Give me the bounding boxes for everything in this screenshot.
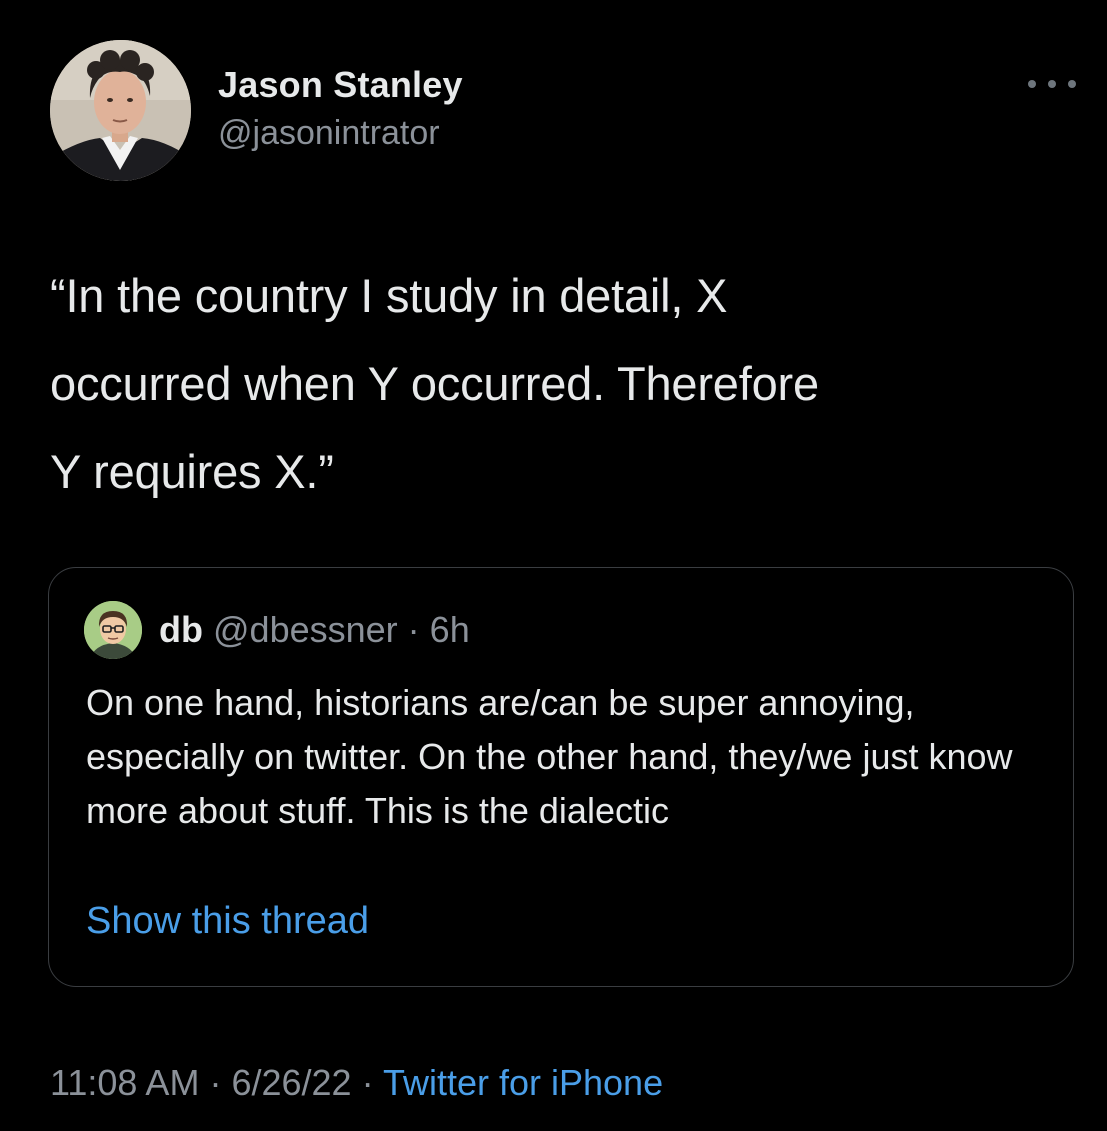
tweet-time: 11:08 AM xyxy=(50,1062,200,1103)
quoted-author-handle[interactable]: @dbessner xyxy=(213,609,398,650)
more-options-button[interactable] xyxy=(1028,72,1076,96)
more-horizontal-icon xyxy=(1068,80,1076,88)
tweet-date: 6/26/22 xyxy=(231,1062,352,1103)
profile-photo-icon xyxy=(50,40,191,181)
tweet-metadata: 11:08 AM · 6/26/22 · Twitter for iPhone xyxy=(50,1062,663,1104)
separator-dot: · xyxy=(407,609,420,650)
quoted-tweet-time: 6h xyxy=(429,609,470,650)
author-handle[interactable]: @jasonintrator xyxy=(218,114,440,153)
quoted-tweet-text: On one hand, historians are/can be super… xyxy=(86,682,1013,831)
tweet-source-link[interactable]: Twitter for iPhone xyxy=(383,1062,663,1103)
cartoon-avatar-icon xyxy=(84,601,142,659)
quoted-author-avatar[interactable] xyxy=(84,601,142,659)
separator-dot: · xyxy=(361,1062,374,1103)
quoted-author-name[interactable]: db xyxy=(159,609,203,650)
separator-dot: · xyxy=(209,1062,222,1103)
author-avatar[interactable] xyxy=(50,40,191,181)
quoted-tweet-card[interactable]: db @dbessner · 6h On one hand, historian… xyxy=(48,567,1074,987)
author-name[interactable]: Jason Stanley xyxy=(218,64,463,106)
more-horizontal-icon xyxy=(1048,80,1056,88)
quoted-tweet-header: db @dbessner · 6h xyxy=(159,609,470,651)
tweet-detail: Jason Stanley @jasonintrator “In the cou… xyxy=(0,0,1107,1131)
more-horizontal-icon xyxy=(1028,80,1036,88)
show-thread-link[interactable]: Show this thread xyxy=(86,900,369,943)
tweet-text: “In the country I study in detail, X occ… xyxy=(50,269,819,498)
